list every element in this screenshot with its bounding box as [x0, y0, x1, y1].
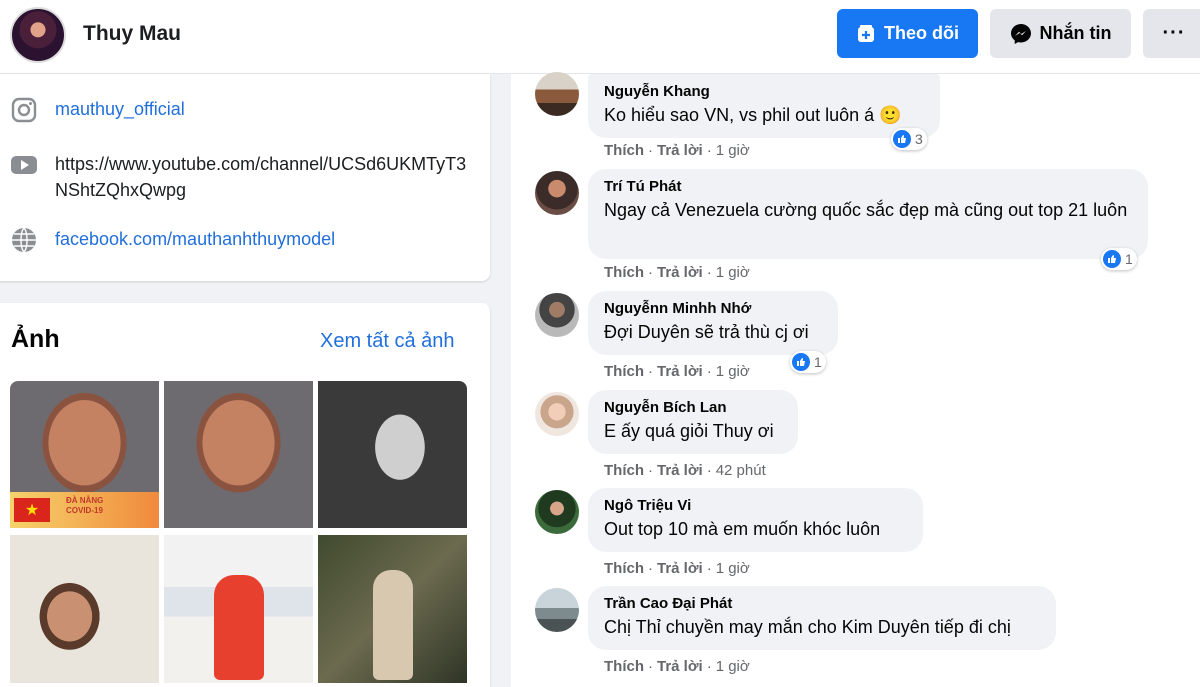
- comment-actions: Thích · Trả lời · 1 giờ: [604, 142, 750, 159]
- commenter-avatar[interactable]: [535, 588, 579, 632]
- message-button[interactable]: Nhắn tin: [990, 9, 1131, 58]
- comment-text: E ấy quá giỏi Thuy ơi: [604, 421, 774, 441]
- photo-figure: [214, 575, 264, 680]
- like-reaction-icon: [1103, 250, 1121, 268]
- follow-label: Theo dõi: [884, 23, 959, 43]
- comment-actions: Thích · Trả lời · 1 giờ: [604, 658, 750, 675]
- reply-comment-link[interactable]: Trả lời: [657, 658, 703, 675]
- comment-actions: Thích · Trả lời · 1 giờ: [604, 363, 750, 380]
- covid-banner: ★ ĐÀ NẴNG COVID-19: [10, 492, 159, 528]
- like-comment-link[interactable]: Thích: [604, 560, 644, 577]
- globe-icon: [10, 226, 38, 254]
- banner-text: ĐÀ NẴNG COVID-19: [66, 496, 104, 515]
- comment-time[interactable]: 1 giờ: [716, 142, 750, 159]
- photo-thumbnail[interactable]: [318, 535, 467, 683]
- comment-text: Đợi Duyên sẽ trả thù cj ơi: [604, 322, 809, 342]
- reply-comment-link[interactable]: Trả lời: [657, 363, 703, 380]
- comment-text: Out top 10 mà em muốn khóc luôn: [604, 519, 881, 539]
- commenter-name[interactable]: Nguyễn Khang: [604, 82, 924, 102]
- comment-time[interactable]: 1 giờ: [716, 658, 750, 675]
- comment-bubble: Nguyễn Khang Ko hiểu sao VN, vs phil out…: [588, 74, 940, 138]
- photos-card: Ảnh Xem tất cả ảnh ★ ĐÀ NẴNG COVID-19: [0, 303, 490, 687]
- commenter-name[interactable]: Trần Cao Đại Phát: [604, 594, 1040, 614]
- comment-bubble: Trí Tú Phát Ngay cả Venezuela cường quốc…: [588, 169, 1148, 259]
- profile-avatar[interactable]: [10, 7, 66, 63]
- comment-bubble: Nguyễn Bích Lan E ấy quá giỏi Thuy ơi: [588, 390, 798, 454]
- commenter-name[interactable]: Trí Tú Phát: [604, 177, 1132, 197]
- comment-text: Ngay cả Venezuela cường quốc sắc đẹp mà …: [604, 200, 1128, 220]
- message-label: Nhắn tin: [1039, 23, 1112, 43]
- comments-panel: Nguyễn Khang Ko hiểu sao VN, vs phil out…: [511, 72, 1200, 687]
- reply-comment-link[interactable]: Trả lời: [657, 560, 703, 577]
- comment-bubble: Ngô Triệu Vi Out top 10 mà em muốn khóc …: [588, 488, 923, 552]
- comment-text: Chị Thỉ chuyền may mắn cho Kim Duyên tiế…: [604, 617, 1011, 637]
- like-comment-link[interactable]: Thích: [604, 363, 644, 380]
- website-row: facebook.com/mauthanhthuymodel: [10, 226, 335, 254]
- commenter-name[interactable]: Nguyễn Bích Lan: [604, 398, 782, 418]
- photo-thumbnail[interactable]: [318, 381, 467, 528]
- vietnam-flag-icon: ★: [14, 498, 50, 522]
- reaction-count[interactable]: 1: [1101, 248, 1137, 270]
- commenter-avatar[interactable]: [535, 490, 579, 534]
- like-comment-link[interactable]: Thích: [604, 142, 644, 159]
- like-comment-link[interactable]: Thích: [604, 658, 644, 675]
- commenter-avatar[interactable]: [535, 392, 579, 436]
- comment-time[interactable]: 1 giờ: [716, 264, 750, 281]
- like-reaction-icon: [792, 353, 810, 371]
- comment-time[interactable]: 42 phút: [716, 462, 766, 479]
- commenter-avatar[interactable]: [535, 293, 579, 337]
- comment-time[interactable]: 1 giờ: [716, 363, 750, 380]
- instagram-row: mauthuy_official: [10, 96, 185, 124]
- see-all-photos-link[interactable]: Xem tất cả ảnh: [320, 330, 455, 353]
- comment-time[interactable]: 1 giờ: [716, 560, 750, 577]
- commenter-avatar[interactable]: [535, 171, 579, 215]
- website-link[interactable]: facebook.com/mauthanhthuymodel: [55, 226, 335, 252]
- like-comment-link[interactable]: Thích: [604, 462, 644, 479]
- follow-button[interactable]: Theo dõi: [837, 9, 978, 58]
- like-reaction-icon: [893, 130, 911, 148]
- reaction-count[interactable]: 1: [790, 351, 826, 373]
- photo-thumbnail[interactable]: [10, 535, 159, 683]
- more-label: ···: [1162, 22, 1186, 44]
- reply-comment-link[interactable]: Trả lời: [657, 462, 703, 479]
- commenter-avatar[interactable]: [535, 72, 579, 116]
- photo-figure: [373, 570, 413, 680]
- comment-bubble: Nguyễnn Minhh Nhớ Đợi Duyên sẽ trả thù c…: [588, 291, 838, 355]
- youtube-icon: [10, 151, 38, 179]
- reply-comment-link[interactable]: Trả lời: [657, 142, 703, 159]
- comment-actions: Thích · Trả lời · 1 giờ: [604, 264, 750, 281]
- profile-header: Thuy Mau Theo dõi Nhắn tin ···: [0, 0, 1200, 74]
- reaction-count[interactable]: 3: [891, 128, 927, 150]
- commenter-name[interactable]: Nguyễnn Minhh Nhớ: [604, 299, 822, 319]
- messenger-icon: [1010, 23, 1032, 45]
- instagram-link[interactable]: mauthuy_official: [55, 96, 185, 122]
- comment-bubble: Trần Cao Đại Phát Chị Thỉ chuyền may mắn…: [588, 586, 1056, 650]
- photo-thumbnail[interactable]: ★ ĐÀ NẴNG COVID-19: [10, 381, 159, 528]
- reply-comment-link[interactable]: Trả lời: [657, 264, 703, 281]
- youtube-link[interactable]: https://www.youtube.com/channel/UCSd6UKM…: [55, 151, 475, 203]
- comment-actions: Thích · Trả lời · 1 giờ: [604, 560, 750, 577]
- photo-thumbnail[interactable]: [164, 535, 313, 683]
- photos-title: Ảnh: [11, 325, 60, 353]
- instagram-icon: [10, 96, 38, 124]
- follow-icon: [856, 24, 876, 44]
- profile-name[interactable]: Thuy Mau: [83, 22, 181, 46]
- like-comment-link[interactable]: Thích: [604, 264, 644, 281]
- intro-card: mauthuy_official https://www.youtube.com…: [0, 74, 490, 281]
- comment-actions: Thích · Trả lời · 42 phút: [604, 462, 766, 479]
- photo-thumbnail[interactable]: [164, 381, 313, 528]
- youtube-row: https://www.youtube.com/channel/UCSd6UKM…: [10, 151, 475, 203]
- more-options-button[interactable]: ···: [1143, 9, 1200, 58]
- comment-text: Ko hiểu sao VN, vs phil out luôn á 🙂: [604, 105, 902, 125]
- commenter-name[interactable]: Ngô Triệu Vi: [604, 496, 907, 516]
